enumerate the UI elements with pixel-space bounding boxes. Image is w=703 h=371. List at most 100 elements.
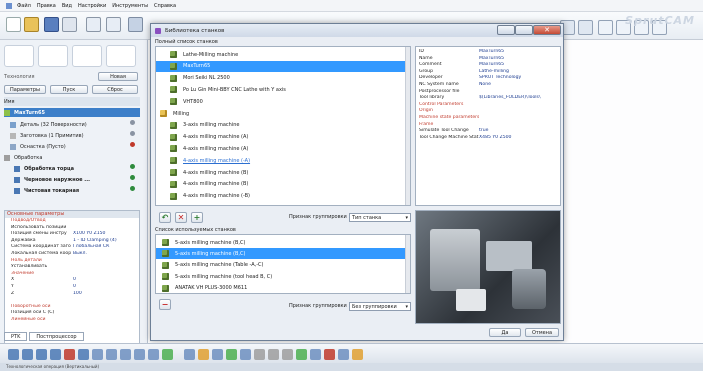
tree-item-workpiece[interactable]: Заготовка (1 Примитив) xyxy=(10,131,84,140)
tree-item-facing[interactable]: Обработка торца xyxy=(14,164,74,173)
property-row[interactable]: Tool Change Machine Stat X485 Y0 Z500 xyxy=(419,135,560,142)
settings-icon[interactable] xyxy=(128,17,143,32)
print-icon[interactable] xyxy=(62,17,77,32)
machine-item[interactable]: 4-axis milling machine (-B) xyxy=(156,191,405,202)
run-button[interactable]: Пуск xyxy=(50,85,88,94)
param-row[interactable]: Позиция оси C (C) xyxy=(5,310,139,317)
used-machine-item[interactable]: 5-axis milling machine (B,C) xyxy=(156,237,405,248)
tab-postprocessor[interactable]: Постпроцессор xyxy=(29,332,84,341)
property-row[interactable]: Frame xyxy=(419,122,560,129)
param-row[interactable]: Z 100 xyxy=(5,291,139,298)
used-machine-item[interactable]: 5-axis milling machine (tool head B, C) xyxy=(156,271,405,282)
group-select-top[interactable]: Тип станка xyxy=(349,213,411,222)
menu-edit[interactable]: Правка xyxy=(37,3,56,9)
property-row[interactable]: Tool library $(Libraries_FOLDER)\Tools\ xyxy=(419,95,560,102)
toolbar-tool-icon[interactable] xyxy=(226,349,237,360)
move-up-button[interactable]: ↶ xyxy=(159,212,171,223)
toolbar-tool-icon[interactable] xyxy=(120,349,131,360)
machine-item[interactable]: 3-axis milling machine xyxy=(156,120,405,131)
toolbar-tool-icon[interactable] xyxy=(22,349,33,360)
machine-lib-icon[interactable] xyxy=(4,45,34,67)
minimize-button[interactable] xyxy=(497,25,515,35)
tree-item-roughing[interactable]: Черновое наружное ... xyxy=(14,175,90,184)
toolbar-tool-icon[interactable] xyxy=(8,349,19,360)
property-row[interactable]: Postprocessor file xyxy=(419,89,560,96)
tree-item-part[interactable]: Деталь (32 Поверхности) xyxy=(10,120,87,129)
save-icon[interactable] xyxy=(44,17,59,32)
property-row[interactable]: Name MaxTurn65 xyxy=(419,56,560,63)
param-row[interactable]: Позиция смены инстру X100 Y0 Z150 xyxy=(5,231,139,238)
param-row[interactable]: Подвод/Отвод xyxy=(5,218,139,225)
group-select-bottom[interactable]: Без группировки xyxy=(349,302,411,311)
tree-item-finishing[interactable]: Чистовая токарная xyxy=(14,186,79,195)
toolbar-tool-icon[interactable] xyxy=(310,349,321,360)
close-button[interactable]: ✕ xyxy=(533,25,561,35)
remove-button[interactable]: ✕ xyxy=(175,212,187,223)
view-icon[interactable] xyxy=(86,17,101,32)
toolbar-tool-icon[interactable] xyxy=(162,349,173,360)
used-machine-item[interactable]: 5-axis milling machine (B,C) xyxy=(156,248,405,260)
view2-icon[interactable] xyxy=(106,17,121,32)
tool-lib-icon[interactable] xyxy=(38,45,68,67)
param-row[interactable]: Линейные оси xyxy=(5,317,139,324)
menu-file[interactable]: Файл xyxy=(17,3,31,9)
tab-ptk[interactable]: PTK xyxy=(4,332,28,341)
toolbar-tool-icon[interactable] xyxy=(92,349,103,360)
toolbar-tool-icon[interactable] xyxy=(36,349,47,360)
machine-item[interactable]: 4-axis milling machine (B) xyxy=(156,179,405,190)
menu-view[interactable]: Вид xyxy=(62,3,72,9)
param-row[interactable]: Y0 xyxy=(5,284,139,291)
param-row[interactable]: Система координат заго Глобальная СК xyxy=(5,244,139,251)
cancel-button[interactable]: Отмена xyxy=(525,328,559,337)
menu-help[interactable]: Справка xyxy=(154,3,176,9)
tree-root-item[interactable]: MaxTurn65 xyxy=(4,108,140,117)
param-row[interactable]: Локальная система коор Выкл. xyxy=(5,251,139,258)
toolbar-tool-icon[interactable] xyxy=(184,349,195,360)
reset-button[interactable]: Сброс xyxy=(92,85,138,94)
property-row[interactable]: Group Lathe-milling xyxy=(419,69,560,76)
open-folder-icon[interactable] xyxy=(24,17,39,32)
property-row[interactable]: NC System name None xyxy=(419,82,560,89)
param-row[interactable]: Поворотные оси xyxy=(5,304,139,311)
operation-icon[interactable] xyxy=(72,45,102,67)
machine-item[interactable]: MaxTurn65 xyxy=(156,60,405,72)
toolbar-tool-icon[interactable] xyxy=(50,349,61,360)
view-wire-icon[interactable] xyxy=(578,20,593,35)
property-row[interactable]: Comment MaxTurn65 xyxy=(419,62,560,69)
toolbar-tool-icon[interactable] xyxy=(254,349,265,360)
toolbar-tool-icon[interactable] xyxy=(282,349,293,360)
param-row[interactable] xyxy=(5,297,139,304)
toolbar-tool-icon[interactable] xyxy=(212,349,223,360)
tree-item-machining[interactable]: Обработка xyxy=(4,153,42,162)
param-row[interactable]: Использовать позиции xyxy=(5,225,139,232)
full-list-scrollbar[interactable] xyxy=(405,47,410,205)
toolbar-tool-icon[interactable] xyxy=(134,349,145,360)
property-row[interactable]: Simulate Tool Change true xyxy=(419,128,560,135)
machine-item[interactable]: Po Lu Gin Mini-BBY CNC Lathe with Y axis xyxy=(156,84,405,95)
toolbar-tool-icon[interactable] xyxy=(240,349,251,360)
view-front-icon[interactable] xyxy=(598,20,613,35)
maximize-button[interactable] xyxy=(515,25,533,35)
machine-item[interactable]: 4-axis milling machine (-A) xyxy=(156,155,405,166)
remove-used-button[interactable]: − xyxy=(159,299,171,310)
params-button[interactable]: Параметры xyxy=(4,85,46,94)
toolbar-tool-icon[interactable] xyxy=(352,349,363,360)
property-row[interactable]: ID MaxTurn65 xyxy=(419,49,560,56)
property-row[interactable]: Developer SPRUT Technology xyxy=(419,75,560,82)
add-button[interactable]: + xyxy=(191,212,203,223)
property-row[interactable]: Machine state parameters xyxy=(419,115,560,122)
toolbar-tool-icon[interactable] xyxy=(198,349,209,360)
used-machine-list[interactable]: 5-axis milling machine (B,C) 5-axis milli… xyxy=(155,234,411,294)
toolbar-tool-icon[interactable] xyxy=(64,349,75,360)
viewport-3d[interactable] xyxy=(564,40,703,343)
toolbar-tool-icon[interactable] xyxy=(268,349,279,360)
menu-settings[interactable]: Настройки xyxy=(78,3,106,9)
new-file-icon[interactable] xyxy=(6,17,21,32)
toolbar-tool-icon[interactable] xyxy=(78,349,89,360)
toolbar-tool-icon[interactable] xyxy=(338,349,349,360)
machine-item[interactable]: VHT800 xyxy=(156,96,405,107)
menu-tools[interactable]: Инструменты xyxy=(112,3,148,9)
tree-item-fixture[interactable]: Оснастка (Пусто) xyxy=(10,142,66,151)
machine-item[interactable]: Lathe-Milling machine xyxy=(156,49,405,60)
machine-item[interactable]: 4-axis milling machine (A) xyxy=(156,132,405,143)
